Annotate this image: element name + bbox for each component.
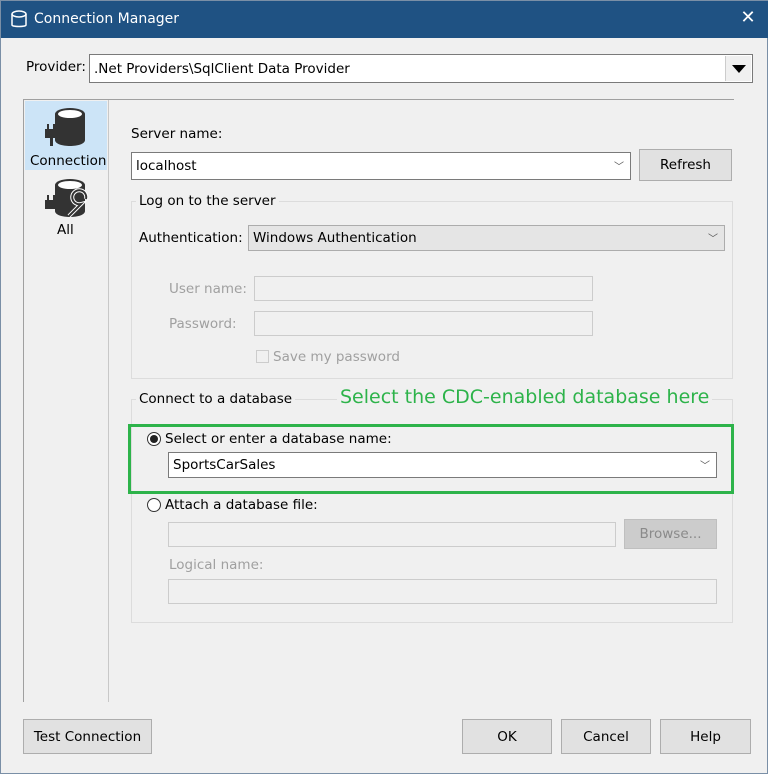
chevron-down-icon: ﹀ <box>614 161 624 173</box>
refresh-button[interactable]: Refresh <box>639 149 732 181</box>
provider-select[interactable]: .Net Providers\SqlClient Data Provider <box>89 54 753 83</box>
database-wrench-icon <box>45 179 89 218</box>
password-label: Password: <box>169 316 237 332</box>
browse-button[interactable]: Browse... <box>624 519 717 549</box>
help-button[interactable]: Help <box>660 719 751 754</box>
password-input[interactable] <box>254 311 593 336</box>
test-connection-button[interactable]: Test Connection <box>23 719 152 754</box>
sidebar-item-label: All <box>57 222 74 238</box>
database-group-title: Connect to a database <box>136 391 296 407</box>
chevron-down-icon: ﹀ <box>708 233 718 245</box>
authentication-select[interactable]: Windows Authentication ﹀ <box>248 225 725 251</box>
provider-dropdown-button[interactable] <box>725 56 751 81</box>
attach-database-label: Attach a database file: <box>165 497 318 513</box>
logon-group-title: Log on to the server <box>136 193 279 209</box>
username-input[interactable] <box>254 276 593 301</box>
save-password-label: Save my password <box>273 349 400 365</box>
triangle-down-icon <box>732 65 746 73</box>
attach-file-input[interactable] <box>168 522 616 547</box>
save-password-checkbox[interactable] <box>256 350 269 363</box>
provider-label: Provider: <box>26 59 86 75</box>
database-name-value: SportsCarSales <box>173 457 276 473</box>
server-name-value: localhost <box>136 158 197 174</box>
window-title: Connection Manager <box>34 11 180 27</box>
attach-database-radio[interactable] <box>147 498 161 512</box>
logical-name-label: Logical name: <box>169 557 264 573</box>
database-plug-icon <box>45 108 85 146</box>
select-database-label: Select or enter a database name: <box>165 431 392 447</box>
sidebar-item-all[interactable]: All <box>25 174 107 240</box>
sidebar-item-label: Connection <box>30 153 107 169</box>
sidebar: Connection All <box>24 100 109 702</box>
connection-manager-dialog: Connection Manager ✕ Provider: .Net Prov… <box>0 0 768 774</box>
logical-name-input[interactable] <box>168 579 717 604</box>
provider-value: .Net Providers\SqlClient Data Provider <box>94 60 350 77</box>
title-bar: Connection Manager ✕ <box>1 1 768 38</box>
server-name-combo[interactable]: localhost ﹀ <box>131 152 631 180</box>
authentication-label: Authentication: <box>139 230 243 246</box>
database-icon <box>11 10 27 28</box>
database-name-combo[interactable]: SportsCarSales ﹀ <box>168 452 717 478</box>
server-name-label: Server name: <box>131 126 223 142</box>
chevron-down-icon: ﹀ <box>700 460 710 472</box>
cancel-button[interactable]: Cancel <box>561 719 651 754</box>
select-database-radio[interactable] <box>147 432 161 446</box>
annotation-text: Select the CDC-enabled database here <box>337 386 713 408</box>
username-label: User name: <box>169 281 247 297</box>
close-button[interactable]: ✕ <box>737 7 759 28</box>
sidebar-item-connection[interactable]: Connection <box>25 101 107 170</box>
ok-button[interactable]: OK <box>462 719 552 754</box>
authentication-value: Windows Authentication <box>253 230 417 246</box>
